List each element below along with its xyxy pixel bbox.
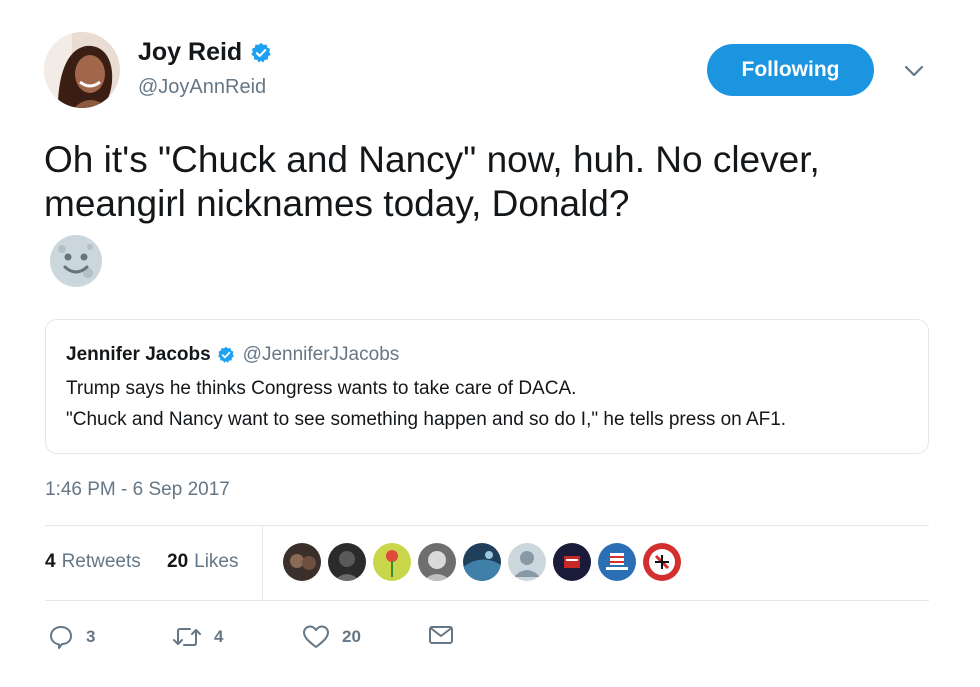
- liker-avatar-2[interactable]: [328, 543, 366, 581]
- liker-avatar-1[interactable]: [283, 543, 321, 581]
- quoted-author-name: Jennifer Jacobs: [66, 344, 211, 365]
- liker-avatar-4[interactable]: [418, 543, 456, 581]
- liker-avatars: [283, 543, 688, 581]
- retweets-count: 4: [45, 551, 56, 572]
- like-action[interactable]: 20: [302, 624, 361, 650]
- quoted-tweet-text-line-2: "Chuck and Nancy want to see something h…: [66, 409, 787, 430]
- verified-badge-icon: [251, 42, 271, 63]
- retweet-count: 4: [214, 627, 224, 646]
- quoted-tweet-header: Jennifer Jacobs @JenniferJJacobs: [66, 344, 399, 366]
- liker-avatar-9[interactable]: [643, 543, 681, 581]
- envelope-icon: [429, 626, 453, 644]
- following-button[interactable]: Following: [707, 44, 874, 96]
- quoted-tweet-text-line-1: Trump says he thinks Congress wants to t…: [66, 378, 577, 399]
- liker-avatar-7[interactable]: [553, 543, 591, 581]
- quoted-author-handle: @JenniferJJacobs: [242, 344, 400, 365]
- divider-bottom: [45, 600, 929, 601]
- divider-top: [45, 525, 929, 526]
- chevron-down-icon[interactable]: [903, 64, 925, 78]
- tweet-text: Oh it's "Chuck and Nancy" now, huh. No c…: [44, 139, 820, 224]
- liker-avatar-5[interactable]: [463, 543, 501, 581]
- retweets-stat[interactable]: 4 Retweets: [45, 551, 141, 573]
- heart-icon: [303, 625, 329, 648]
- like-count: 20: [342, 627, 361, 646]
- tweet-timestamp[interactable]: 1:46 PM - 6 Sep 2017: [45, 479, 230, 501]
- author-avatar[interactable]: [44, 32, 120, 108]
- reply-icon: [50, 626, 72, 649]
- liker-avatar-8[interactable]: [598, 543, 636, 581]
- reply-action[interactable]: 3: [48, 624, 95, 650]
- quoted-tweet-card[interactable]: Jennifer Jacobs @JenniferJJacobs Trump s…: [45, 319, 929, 454]
- likes-count: 20: [167, 551, 189, 572]
- verified-badge-icon: [217, 346, 234, 363]
- retweets-label: Retweets: [61, 551, 141, 572]
- stats-divider: [262, 526, 263, 600]
- reply-count: 3: [86, 627, 96, 646]
- likes-stat[interactable]: 20 Likes: [167, 551, 239, 573]
- author-name[interactable]: Joy Reid: [138, 38, 242, 67]
- author-handle[interactable]: @JoyAnnReid: [138, 76, 266, 99]
- likes-label: Likes: [194, 551, 239, 572]
- full-moon-face-emoji: [50, 235, 102, 287]
- author-name-row: Joy Reid: [138, 38, 272, 67]
- retweet-icon: [173, 628, 201, 646]
- retweet-action[interactable]: 4: [172, 624, 223, 650]
- liker-avatar-3[interactable]: [373, 543, 411, 581]
- direct-message-action[interactable]: [427, 624, 467, 646]
- liker-avatar-6[interactable]: [508, 543, 546, 581]
